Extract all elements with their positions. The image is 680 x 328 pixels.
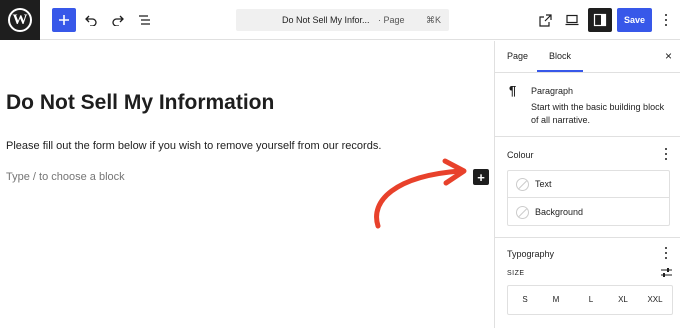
annotation-arrow-icon: [374, 158, 467, 229]
command-palette-bar[interactable]: Do Not Sell My Infor... · Page ⌘K: [236, 9, 449, 31]
block-card: ¶ Paragraph Start with the basic buildin…: [495, 73, 680, 137]
save-button[interactable]: Save: [617, 8, 652, 32]
sidebar-icon: [593, 13, 607, 27]
settings-toggle-button[interactable]: [588, 8, 612, 32]
options-menu-button[interactable]: [654, 8, 678, 32]
document-title: Do Not Sell My Infor...: [282, 15, 370, 25]
command-shortcut: ⌘K: [426, 15, 442, 25]
plus-icon: [59, 15, 69, 25]
settings-sidebar: Page Block × ¶ Paragraph Start with the …: [494, 41, 680, 328]
typography-panel: Typography SIZE S M L XL XXL: [495, 239, 680, 328]
external-link-icon: [538, 13, 552, 27]
device-preview-button[interactable]: [560, 8, 584, 32]
page-title[interactable]: Do Not Sell My Information: [6, 91, 274, 115]
wordpress-logo-button[interactable]: W: [0, 0, 40, 40]
font-size-picker: S M L XL XXL: [507, 285, 673, 315]
empty-swatch-icon: [516, 178, 529, 191]
size-option-l[interactable]: L: [578, 295, 604, 304]
colour-item-text[interactable]: Text: [508, 171, 669, 198]
active-tab-indicator: [537, 70, 583, 72]
size-option-xl[interactable]: XL: [610, 295, 636, 304]
wordpress-logo-icon: W: [8, 8, 32, 32]
undo-icon: [85, 15, 97, 26]
colour-options-icon[interactable]: [661, 147, 671, 161]
paragraph-block[interactable]: Please fill out the form below if you wi…: [6, 140, 381, 152]
typography-panel-title: Typography: [507, 249, 555, 259]
paragraph-icon: ¶: [509, 83, 517, 98]
colour-panel: Colour Text Background: [495, 138, 680, 238]
add-block-button[interactable]: [52, 8, 76, 32]
more-vertical-icon: [661, 13, 671, 27]
colour-settings-list: Text Background: [507, 170, 670, 226]
document-type: · Page: [378, 15, 405, 25]
editor-canvas[interactable]: Do Not Sell My Information Please fill o…: [0, 41, 494, 328]
size-option-s[interactable]: S: [512, 295, 538, 304]
list-view-icon: [139, 15, 150, 25]
redo-button[interactable]: [106, 8, 130, 32]
empty-swatch-icon: [516, 206, 529, 219]
tab-block[interactable]: Block: [549, 51, 571, 61]
tab-page[interactable]: Page: [507, 51, 528, 61]
sidebar-tabs: Page Block ×: [495, 41, 680, 73]
colour-item-label: Background: [535, 207, 584, 217]
colour-item-label: Text: [535, 179, 552, 189]
block-placeholder[interactable]: Type / to choose a block: [6, 171, 125, 183]
redo-icon: [112, 15, 124, 26]
desktop-icon: [565, 14, 579, 26]
block-description: Start with the basic building block of a…: [531, 102, 665, 125]
size-option-m[interactable]: M: [543, 295, 569, 304]
colour-item-background[interactable]: Background: [508, 199, 669, 226]
size-option-xxl[interactable]: XXL: [642, 295, 668, 304]
top-toolbar: W Do Not Sell My Infor... · Page ⌘K Save: [0, 0, 680, 40]
close-icon[interactable]: ×: [665, 49, 672, 63]
size-label: SIZE: [507, 270, 525, 277]
view-page-button[interactable]: [533, 8, 557, 32]
block-name: Paragraph: [531, 86, 574, 96]
document-overview-button[interactable]: [133, 8, 157, 32]
sliders-icon[interactable]: [660, 267, 673, 278]
plus-icon: +: [477, 169, 485, 185]
block-inserter-button[interactable]: +: [473, 169, 489, 185]
undo-button[interactable]: [79, 8, 103, 32]
colour-panel-title: Colour: [507, 150, 534, 160]
typography-options-icon[interactable]: [661, 246, 671, 260]
